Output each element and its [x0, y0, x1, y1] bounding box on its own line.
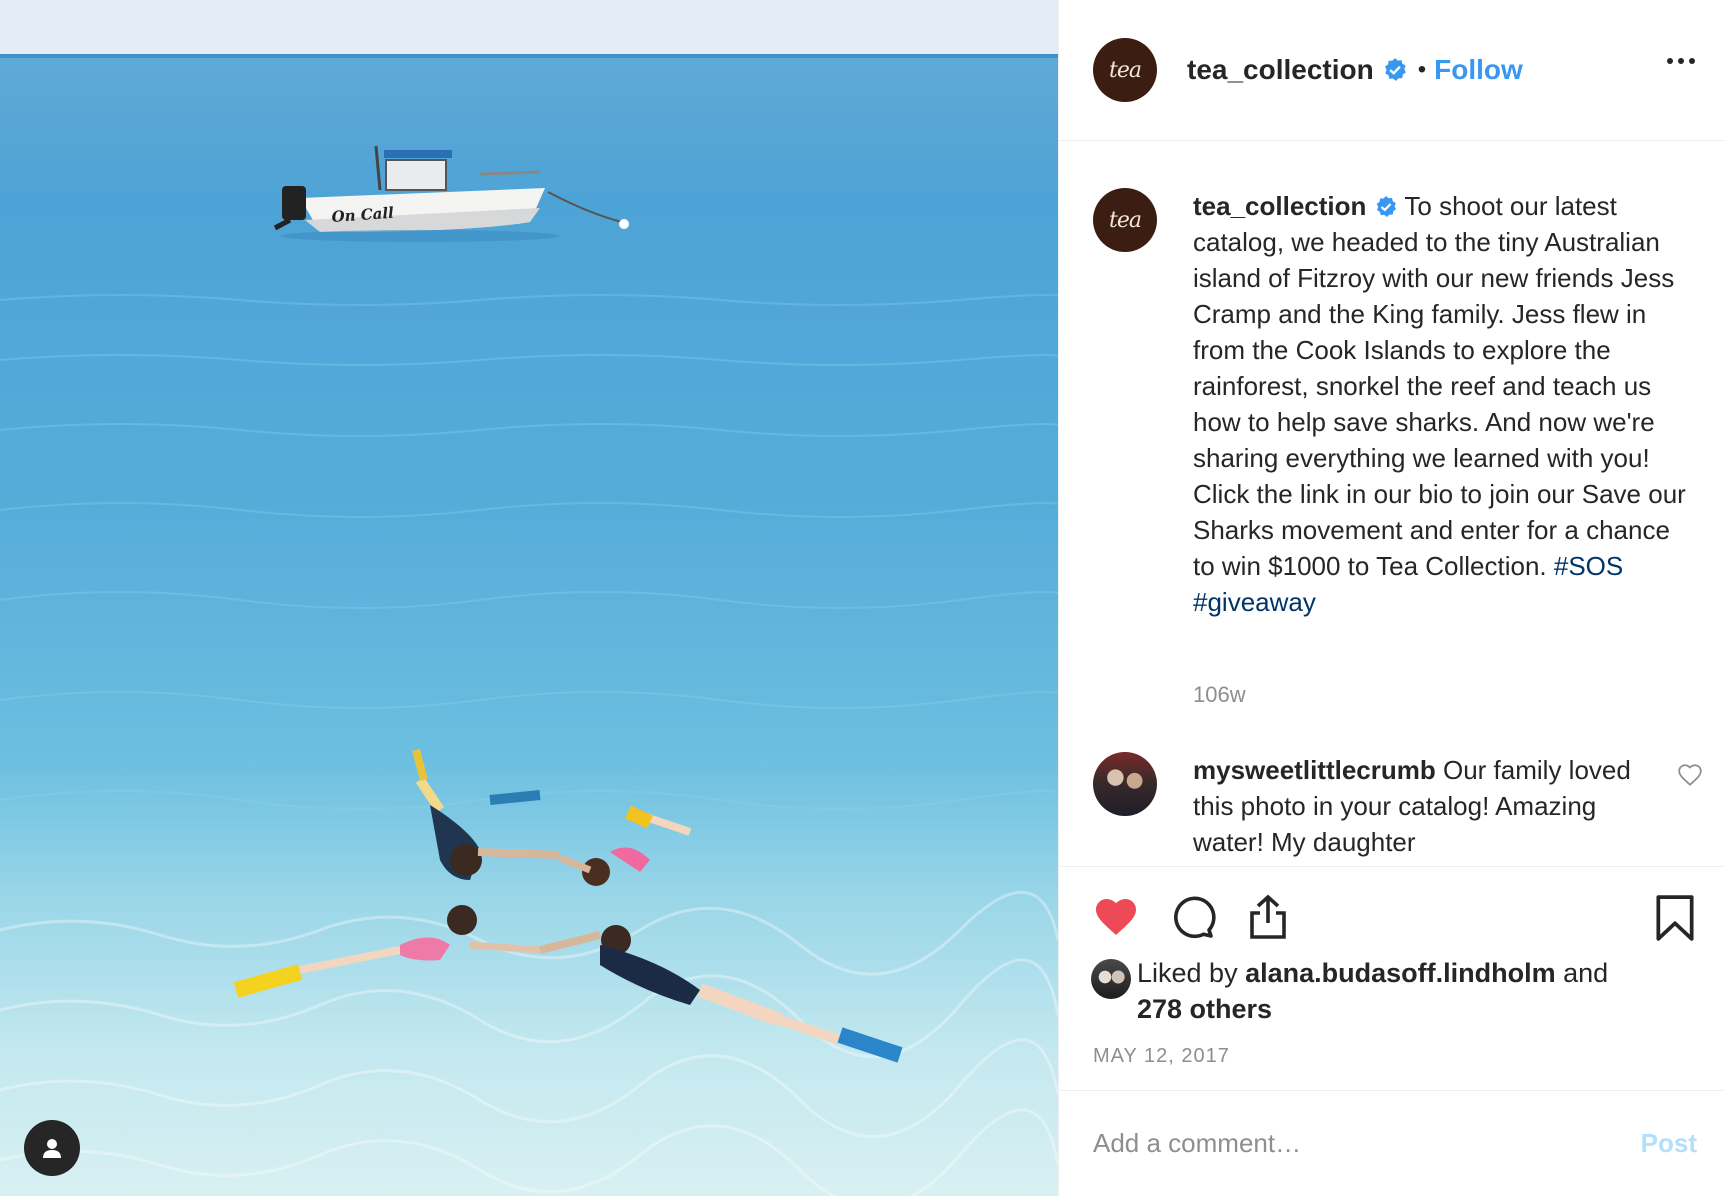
comment-button[interactable]: [1167, 893, 1217, 946]
share-icon: [1250, 894, 1286, 939]
share-button[interactable]: [1243, 893, 1293, 946]
save-button[interactable]: [1653, 893, 1697, 948]
follow-button[interactable]: Follow: [1434, 54, 1523, 86]
comment-input[interactable]: [1093, 1128, 1641, 1159]
verified-icon: [1376, 196, 1396, 217]
action-icons: [1091, 893, 1293, 946]
avatar-logo-text: tea: [1109, 57, 1142, 83]
add-comment-bar: Post: [1059, 1090, 1724, 1196]
photo-scene: On Call: [0, 0, 1058, 1196]
post-caption: tea tea_collection To shoot our latest c…: [1093, 188, 1693, 620]
avatar-logo-text: tea: [1109, 207, 1142, 233]
user-tag-icon: [43, 1139, 61, 1158]
header-separator: •: [1417, 56, 1427, 83]
comment-icon: [1174, 896, 1216, 939]
liker-username[interactable]: alana.budasoff.lindholm: [1245, 958, 1556, 988]
boat-illustration: On Call: [273, 145, 629, 242]
comments-scroll-area[interactable]: tea tea_collection To shoot our latest c…: [1059, 142, 1724, 866]
commenter-username[interactable]: mysweetlittlecrumb: [1193, 755, 1436, 785]
commenter-avatar[interactable]: [1093, 752, 1157, 816]
likes-suffix: and: [1563, 958, 1609, 988]
comment-item: mysweetlittlecrumb Our family loved this…: [1093, 752, 1703, 860]
like-button[interactable]: [1091, 893, 1141, 946]
post-comment-button[interactable]: Post: [1641, 1128, 1697, 1159]
liker-avatar[interactable]: [1091, 959, 1131, 999]
caption-text-block: tea_collection To shoot our latest catal…: [1193, 188, 1693, 620]
likes-summary: Liked by alana.budasoff.lindholm and 278…: [1091, 955, 1697, 1027]
post-photo[interactable]: On Call: [0, 0, 1058, 1196]
likes-prefix: Liked by: [1137, 958, 1238, 988]
post-header: tea tea_collection • Follow: [1059, 0, 1724, 141]
snorkelers-illustration: [233, 748, 903, 1063]
verified-icon: [1384, 58, 1406, 81]
comment-text-block: mysweetlittlecrumb Our family loved this…: [1193, 752, 1633, 860]
more-options-icon[interactable]: [1667, 58, 1695, 64]
hashtag-sos[interactable]: #SOS: [1554, 551, 1623, 581]
likes-text: Liked by alana.budasoff.lindholm and 278…: [1137, 955, 1697, 1027]
post-details-panel: tea tea_collection • Follow tea tea_coll…: [1058, 0, 1724, 1196]
account-username[interactable]: tea_collection: [1187, 54, 1374, 86]
comment-like-icon[interactable]: [1677, 762, 1703, 788]
caption-age[interactable]: 106w: [1193, 682, 1246, 708]
like-heart-icon: [1096, 899, 1136, 935]
post-actions: Liked by alana.budasoff.lindholm and 278…: [1059, 866, 1724, 1091]
caption-avatar[interactable]: tea: [1093, 188, 1157, 252]
account-avatar[interactable]: tea: [1093, 38, 1157, 102]
user-tag-button[interactable]: [24, 1120, 80, 1176]
hashtag-giveaway[interactable]: #giveaway: [1193, 587, 1316, 617]
bookmark-icon: [1656, 895, 1694, 941]
caption-body: To shoot our latest catalog, we headed t…: [1193, 191, 1686, 581]
post-date[interactable]: MAY 12, 2017: [1093, 1045, 1230, 1068]
instagram-post-view: On Call tea tea_collection • Follow tea …: [0, 0, 1724, 1196]
likes-others-count[interactable]: 278 others: [1137, 994, 1272, 1024]
caption-username[interactable]: tea_collection: [1193, 191, 1366, 221]
